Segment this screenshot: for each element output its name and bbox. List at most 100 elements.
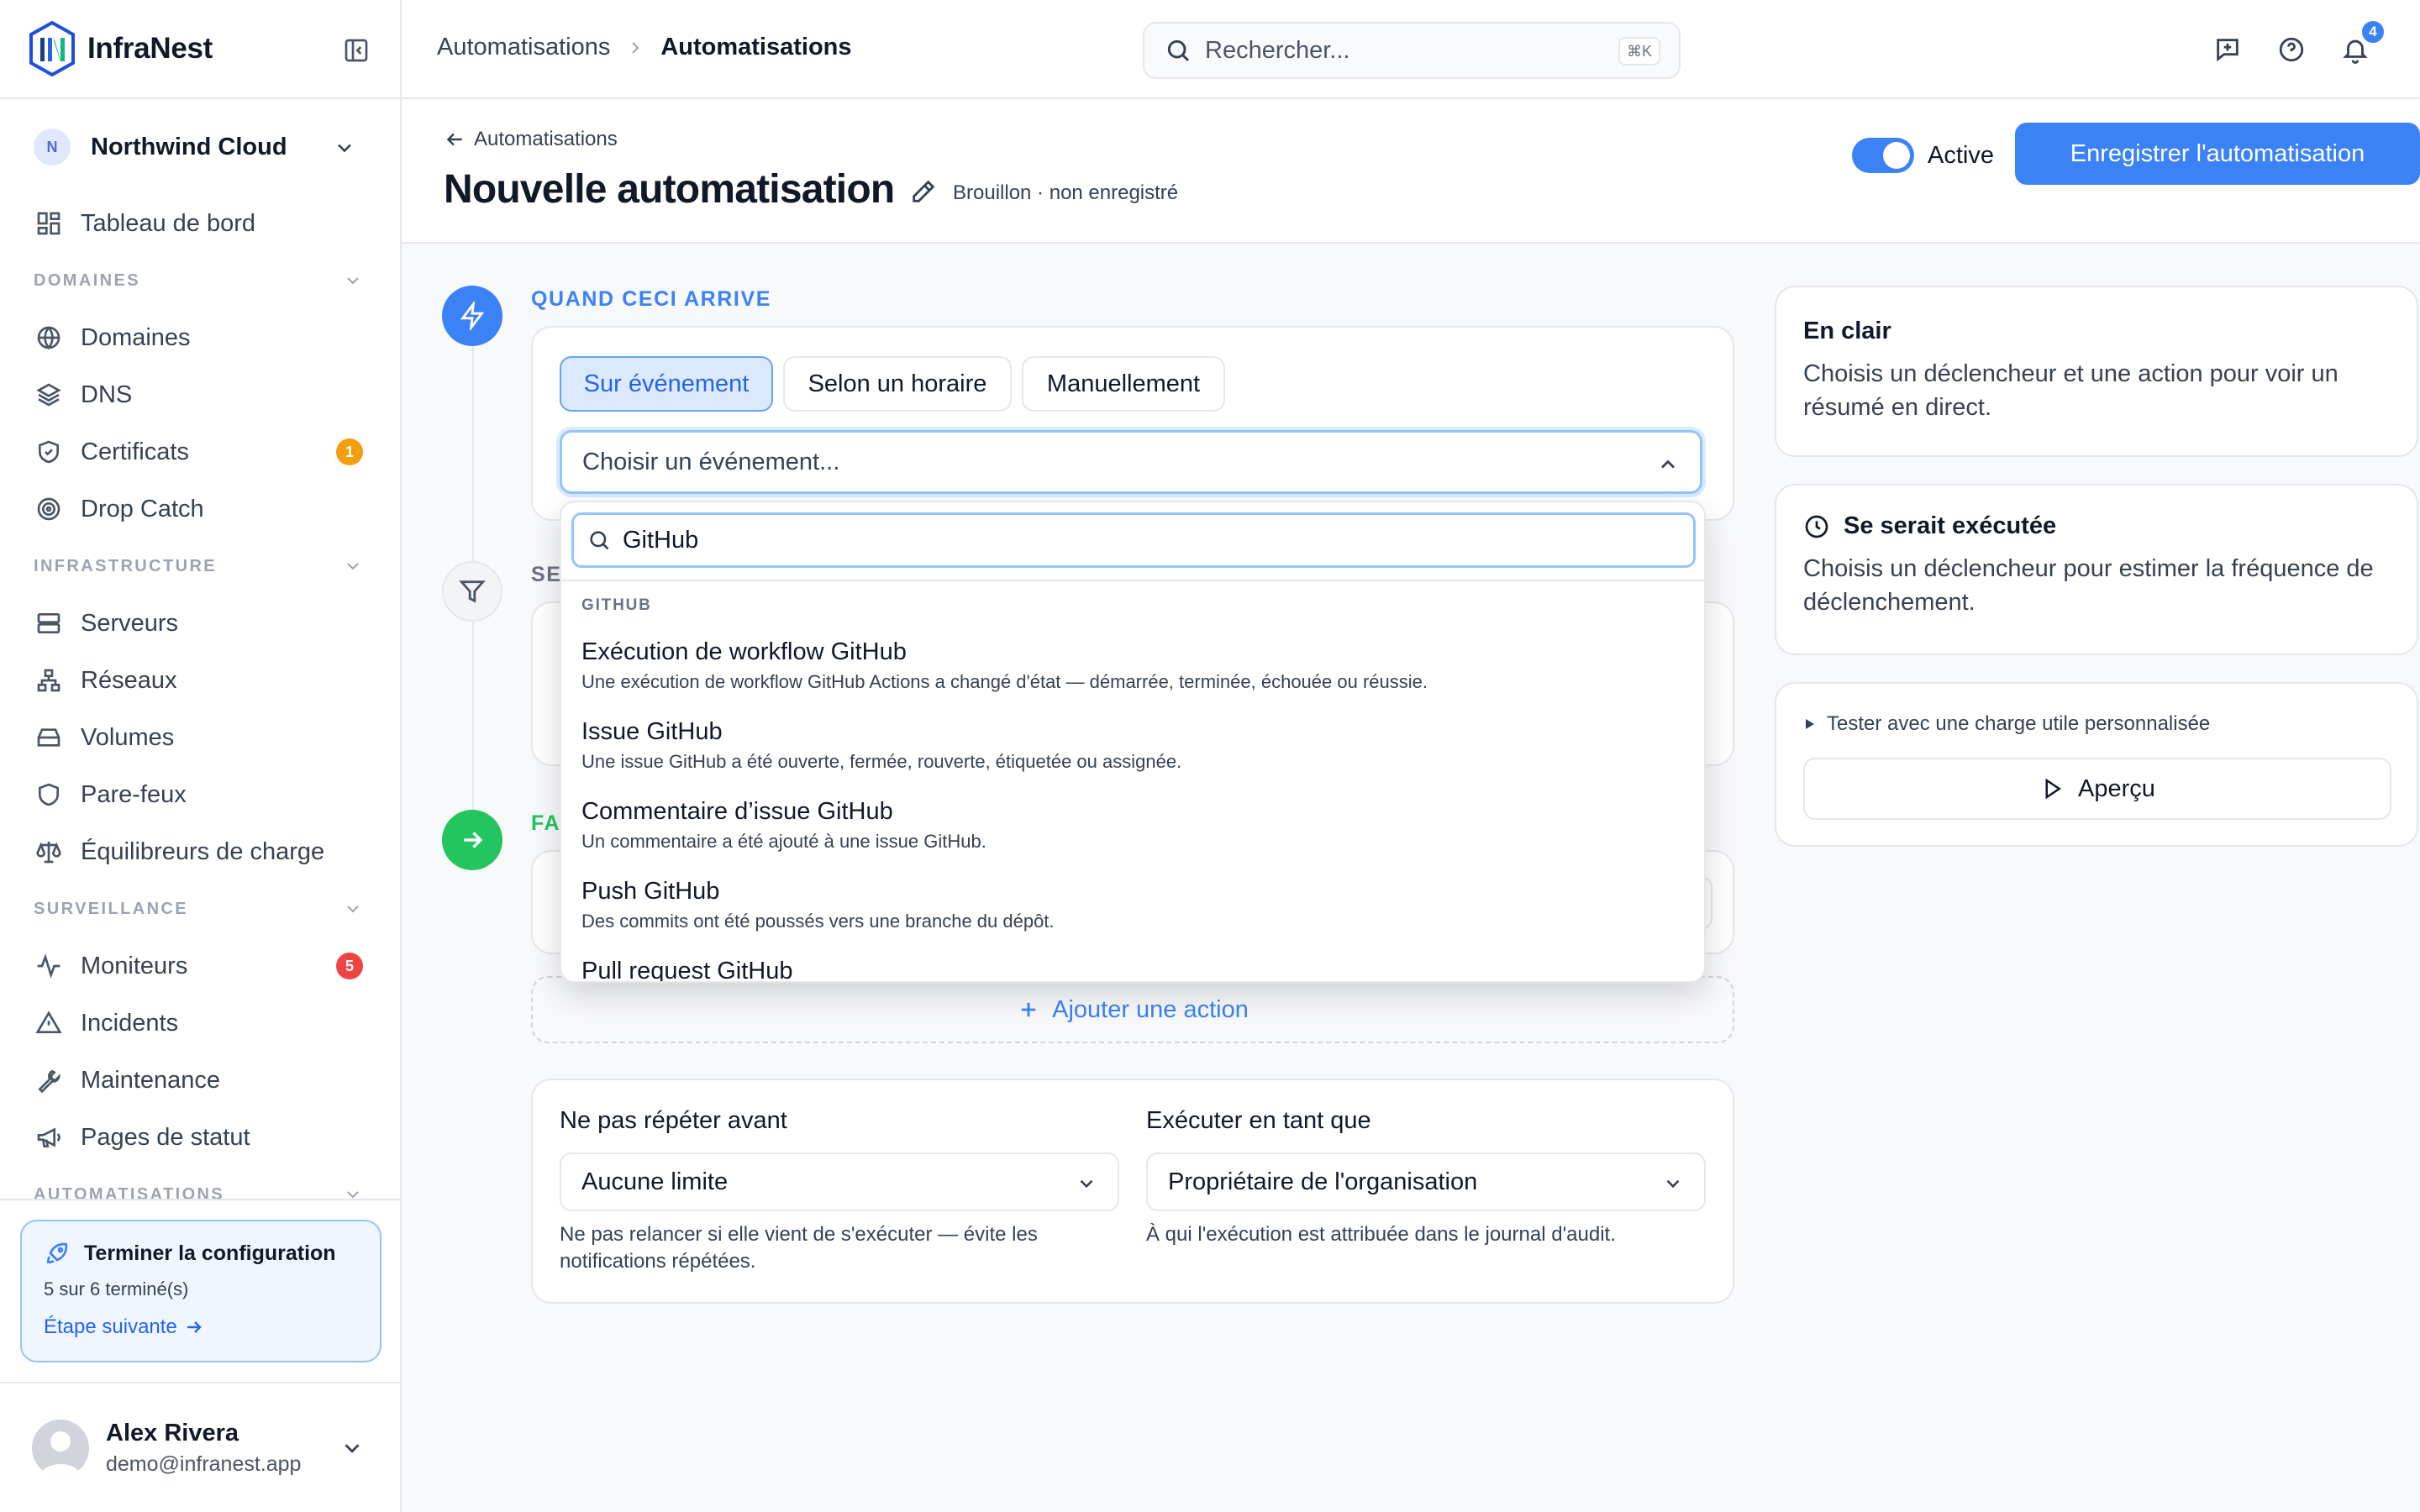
event-search-input[interactable]: GitHub <box>571 512 1696 568</box>
chevron-up-icon <box>1661 459 1675 469</box>
page-header: Automatisations Nouvelle automatisation … <box>402 99 2420 244</box>
server-icon <box>37 613 60 633</box>
certificates-count-badge: 1 <box>336 438 363 465</box>
sidebar-item-incidents[interactable]: Incidents <box>0 995 400 1052</box>
megaphone-icon <box>37 1127 60 1147</box>
event-option-title: Issue GitHub <box>581 718 723 745</box>
sidebar-item-label: Serveurs <box>81 609 179 637</box>
help-icon[interactable] <box>2277 35 2306 64</box>
setup-title: Terminer la configuration <box>84 1241 336 1265</box>
trigger-step-label: QUAND CECI ARRIVE <box>531 287 772 311</box>
chevron-down-icon <box>338 144 351 153</box>
pencil-icon[interactable] <box>909 177 938 206</box>
event-option-desc: Un commentaire a été ajouté à une issue … <box>581 831 986 852</box>
event-select[interactable]: Choisir un événement... <box>560 430 1702 494</box>
test-payload-toggle[interactable]: Tester avec une charge utile personnalis… <box>1803 712 2210 736</box>
event-option-title: Exécution de workflow GitHub <box>581 638 907 665</box>
user-menu[interactable]: Alex Rivera demo@infranest.app <box>0 1382 400 1512</box>
back-link-label: Automatisations <box>474 128 618 150</box>
sidebar-item-networks[interactable]: Réseaux <box>0 652 400 709</box>
section-label: DOMAINES <box>34 270 140 290</box>
event-option[interactable]: Exécution de workflow GitHub Une exécuti… <box>581 638 1684 693</box>
no-repeat-select[interactable]: Aucune limite <box>560 1152 1119 1211</box>
no-repeat-value: Aucune limite <box>581 1168 729 1195</box>
workspace-switcher[interactable]: N Northwind Cloud <box>34 119 380 175</box>
active-toggle[interactable] <box>1852 138 1914 173</box>
setup-next-link[interactable]: Étape suivante <box>44 1315 358 1339</box>
event-option[interactable]: Issue GitHub Une issue GitHub a été ouve… <box>581 718 1684 773</box>
sidebar-item-label: DNS <box>81 381 133 408</box>
event-option[interactable]: Push GitHub Des commits ont été poussés … <box>581 878 1684 932</box>
step-connector <box>472 622 474 811</box>
feedback-icon[interactable] <box>2213 35 2242 64</box>
summary-title: En clair <box>1803 318 1891 344</box>
arrow-right-icon <box>464 832 483 848</box>
sidebar-item-certificates[interactable]: Certificats 1 <box>0 423 400 480</box>
activity-icon <box>37 953 60 979</box>
brand: InfraNest <box>0 0 400 99</box>
user-email: demo@infranest.app <box>106 1452 302 1476</box>
section-infrastructure[interactable]: INFRASTRUCTURE <box>0 538 400 595</box>
chevron-down-icon <box>347 906 359 913</box>
sidebar-item-maintenance[interactable]: Maintenance <box>0 1052 400 1109</box>
arrow-right-icon <box>187 1321 202 1333</box>
section-monitoring[interactable]: SURVEILLANCE <box>0 880 400 937</box>
sidebar-item-domains[interactable]: Domaines <box>0 309 400 366</box>
summary-text: Choisis un déclencheur et une action pou… <box>1803 360 2338 421</box>
step-connector <box>472 316 474 573</box>
sidebar-item-volumes[interactable]: Volumes <box>0 709 400 766</box>
sidebar-item-label: Certificats <box>81 438 189 465</box>
preview-button[interactable]: Aperçu <box>1803 758 2391 820</box>
event-option[interactable]: Commentaire d’issue GitHub Un commentair… <box>581 798 1684 853</box>
user-silhouette-icon <box>32 1419 89 1477</box>
sidebar-collapse-icon[interactable] <box>343 37 370 64</box>
search-icon <box>590 531 609 550</box>
run-as-help: À qui l'exécution est attribuée dans le … <box>1146 1223 1616 1246</box>
chevron-down-icon <box>347 563 359 570</box>
shield-check-icon <box>39 440 59 464</box>
setup-next-label: Étape suivante <box>44 1315 177 1338</box>
sidebar-item-servers[interactable]: Serveurs <box>0 595 400 652</box>
workspace-avatar: N <box>34 129 71 165</box>
event-option[interactable]: Pull request GitHub <box>581 958 1684 981</box>
sidebar-item-dashboard[interactable]: Tableau de bord <box>0 195 400 252</box>
infranest-logo <box>29 21 75 76</box>
test-payload-label: Tester avec une charge utile personnalis… <box>1827 712 2211 735</box>
sidebar-item-label: Équilibreurs de charge <box>81 837 325 865</box>
sidebar-item-monitors[interactable]: Moniteurs 5 <box>0 937 400 995</box>
frequency-title: Se serait exécutée <box>1844 512 2057 539</box>
toggle-knob <box>1883 142 1910 169</box>
sidebar-item-status-pages[interactable]: Pages de statut <box>0 1109 400 1166</box>
search-shortcut: ⌘K <box>1618 37 1660 66</box>
wrench-icon <box>38 1069 61 1094</box>
trigger-step-icon <box>442 286 502 346</box>
section-domains[interactable]: DOMAINES <box>0 252 400 309</box>
section-label: INFRASTRUCTURE <box>34 556 218 575</box>
run-as-select[interactable]: Propriétaire de l'organisation <box>1146 1152 1706 1211</box>
back-link[interactable]: Automatisations <box>444 128 618 151</box>
tab-manual[interactable]: Manuellement <box>1022 356 1225 412</box>
avatar <box>32 1419 89 1477</box>
add-action-button[interactable]: Ajouter une action <box>531 976 1734 1043</box>
breadcrumb-parent[interactable]: Automatisations <box>437 34 610 61</box>
event-option-desc: Des commits ont été poussés vers une bra… <box>581 911 1055 932</box>
sidebar-item-firewalls[interactable]: Pare-feux <box>0 766 400 823</box>
sidebar-item-label: Pare-feux <box>81 780 187 808</box>
brand-name: InfraNest <box>87 32 213 65</box>
section-automations[interactable]: AUTOMATISATIONS <box>0 1166 400 1199</box>
trigger-card: Sur événement Selon un horaire Manuellem… <box>531 326 1734 521</box>
run-as-value: Propriétaire de l'organisation <box>1168 1168 1478 1195</box>
sidebar-item-dns[interactable]: DNS <box>0 366 400 423</box>
add-action-label: Ajouter une action <box>1052 995 1249 1023</box>
sidebar-item-load-balancers[interactable]: Équilibreurs de charge <box>0 823 400 880</box>
search-input[interactable]: Rechercher... ⌘K <box>1143 22 1681 79</box>
sidebar-nav: Tableau de bord DOMAINES Domaines DNS Ce… <box>0 195 400 1199</box>
save-automation-button[interactable]: Enregistrer l'automatisation <box>2015 123 2420 185</box>
condition-step-icon <box>442 561 502 622</box>
tab-on-schedule[interactable]: Selon un horaire <box>783 356 1012 412</box>
sidebar-item-drop-catch[interactable]: Drop Catch <box>0 480 400 538</box>
condition-step-label: SE <box>531 563 562 586</box>
caret-right-icon <box>1806 719 1814 729</box>
sidebar: InfraNest N Northwind Cloud Tableau de b… <box>0 0 402 1512</box>
tab-on-event[interactable]: Sur événement <box>560 356 773 412</box>
